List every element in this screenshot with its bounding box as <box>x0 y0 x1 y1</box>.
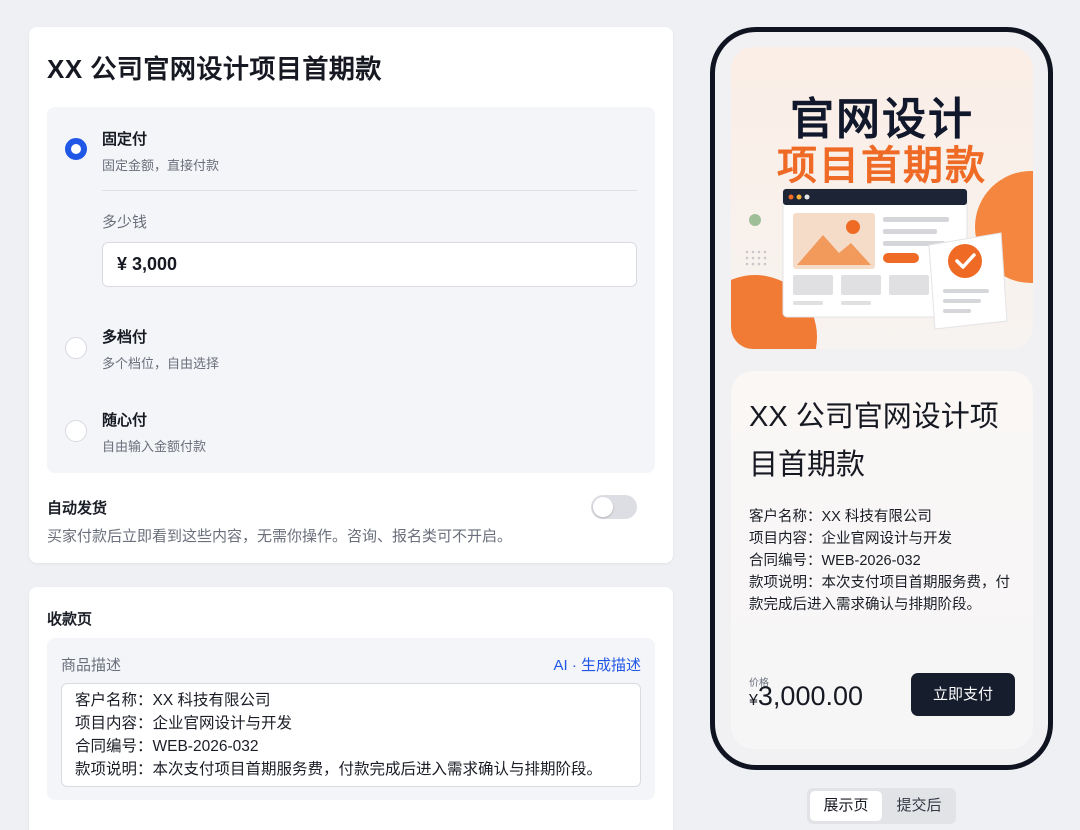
product-description: 客户名称：XX 科技有限公司 项目内容：企业官网设计与开发 合同编号：WEB-2… <box>749 506 1024 616</box>
product-info-card: XX 公司官网设计项目首期款 客户名称：XX 科技有限公司 项目内容：企业官网设… <box>731 371 1033 749</box>
info-line: 客户名称：XX 科技有限公司 <box>749 509 932 525</box>
hero-title-line2: 项目首期款 <box>777 144 987 188</box>
desc-line: 项目内容：企业官网设计与开发 <box>75 715 293 732</box>
free-pay-title: 随心付 <box>102 412 148 429</box>
payment-settings-card: XX 公司官网设计项目首期款 固定付 固定金额，直接付款 多少钱 ¥ 3,000… <box>29 27 673 563</box>
free-pay-radio[interactable] <box>65 420 87 442</box>
page-title: XX 公司官网设计项目首期款 <box>47 54 382 84</box>
currency-symbol: ¥ <box>749 692 758 709</box>
auto-delivery-desc: 买家付款后立即看到这些内容，无需你操作。咨询、报名类可不开启。 <box>47 528 513 545</box>
description-box: 商品描述 AI · 生成描述 客户名称：XX 科技有限公司 项目内容：企业官网设… <box>47 638 655 800</box>
fixed-pay-radio[interactable] <box>65 138 87 160</box>
product-title: XX 公司官网设计项目首期款 <box>749 401 999 481</box>
free-pay-desc: 自由输入金额付款 <box>102 439 207 454</box>
fixed-pay-title: 固定付 <box>102 131 148 148</box>
amount-label: 多少钱 <box>102 214 148 231</box>
payment-type-options: 固定付 固定金额，直接付款 多少钱 ¥ 3,000 多档付 多个档位，自由选择 … <box>47 107 655 473</box>
description-textarea[interactable]: 客户名称：XX 科技有限公司 项目内容：企业官网设计与开发 合同编号：WEB-2… <box>61 683 641 787</box>
payment-page-card: 收款页 商品描述 AI · 生成描述 客户名称：XX 科技有限公司 项目内容：企… <box>29 587 673 830</box>
desc-line: 合同编号：WEB-2026-032 <box>75 738 259 755</box>
info-line: 合同编号：WEB-2026-032 <box>749 553 921 569</box>
ai-generate-link[interactable]: AI · 生成描述 <box>553 654 641 675</box>
desc-line: 款项说明：本次支付项目首期服务费，付款完成后进入需求确认与排期阶段。 <box>75 761 603 778</box>
description-label: 商品描述 <box>61 657 122 674</box>
amount-input[interactable]: ¥ 3,000 <box>102 242 637 287</box>
tab-display-page[interactable]: 展示页 <box>810 791 882 821</box>
tiered-pay-title: 多档付 <box>102 329 148 346</box>
divider <box>102 190 637 191</box>
tiered-pay-radio[interactable] <box>65 337 87 359</box>
pay-now-button[interactable]: 立即支付 <box>911 673 1015 716</box>
fixed-pay-desc: 固定金额，直接付款 <box>102 158 220 173</box>
auto-delivery-toggle[interactable] <box>591 495 637 519</box>
phone-screen: 官网设计 项目首期款 XX 公司官网设计项目首期款 客户名称：XX 科技有限公司… <box>715 32 1048 765</box>
info-line: 款项说明：本次支付项目首期服务费，付款完成后进入需求确认与排期阶段。 <box>749 575 1010 613</box>
desc-line: 客户名称：XX 科技有限公司 <box>75 692 271 709</box>
price: ¥3,000.00 <box>749 681 863 712</box>
preview-tabs: 展示页 提交后 <box>807 788 956 824</box>
toggle-knob <box>593 497 613 517</box>
auto-delivery-title: 自动发货 <box>47 500 108 517</box>
phone-preview: 官网设计 项目首期款 XX 公司官网设计项目首期款 客户名称：XX 科技有限公司… <box>710 27 1053 770</box>
hero-image: 官网设计 项目首期款 <box>731 47 1033 349</box>
info-line: 项目内容：企业官网设计与开发 <box>749 531 952 547</box>
tab-after-submit[interactable]: 提交后 <box>884 791 954 821</box>
section-title: 收款页 <box>47 611 93 628</box>
tiered-pay-desc: 多个档位，自由选择 <box>102 356 220 371</box>
price-value: 3,000.00 <box>757 681 864 711</box>
